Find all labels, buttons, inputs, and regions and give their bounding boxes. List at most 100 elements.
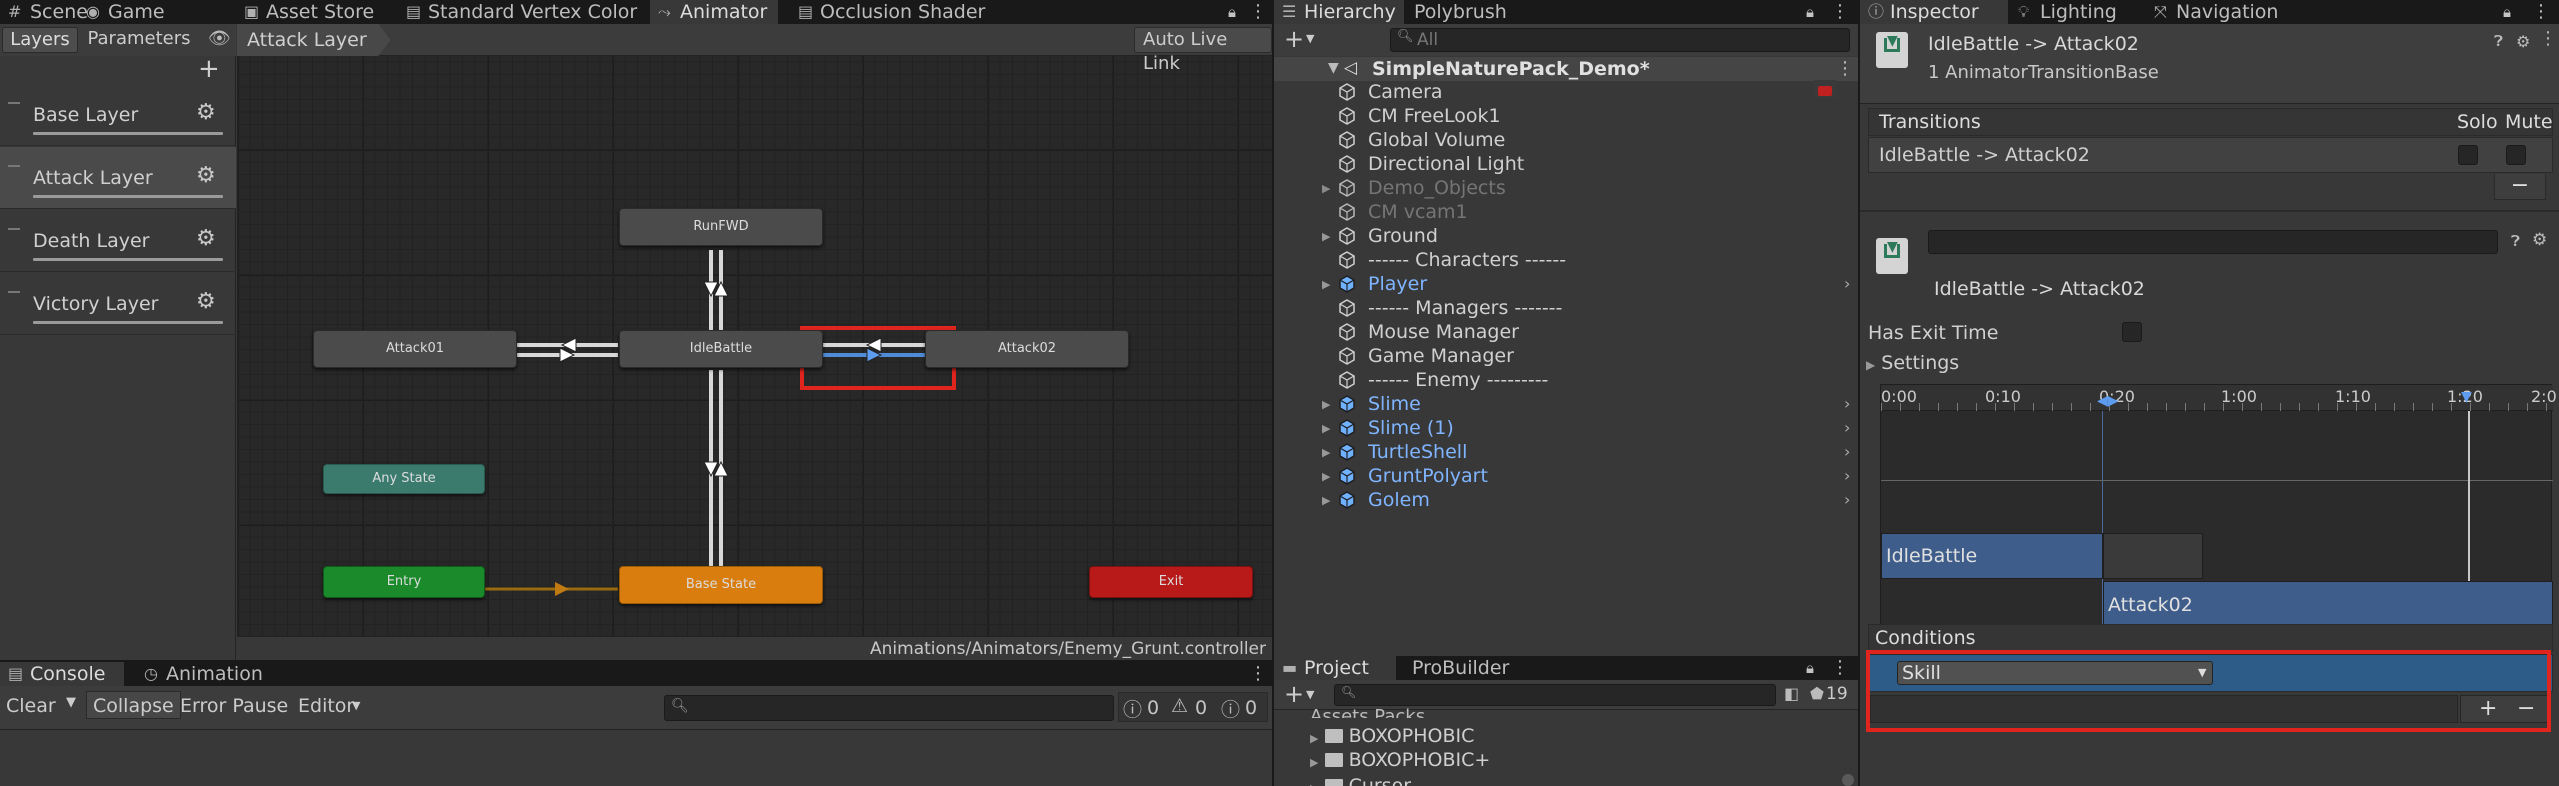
help-icon[interactable]: ❓︎ — [2511, 232, 2520, 250]
transition-entry-base[interactable] — [484, 582, 618, 596]
graph-canvas[interactable]: Attack Layer Auto Live Link RunFWD Attac… — [237, 24, 1272, 660]
tab-occlusion-shader[interactable]: ▤ Occlusion Shader — [790, 0, 990, 24]
state-node-attack01[interactable]: Attack01 — [313, 330, 517, 368]
layer-row-victory[interactable]: Victory Layer ⚙ — [0, 273, 236, 335]
chevron-down-icon[interactable]: ▼ — [1306, 688, 1314, 701]
chevron-right-icon[interactable]: › — [1844, 272, 1850, 296]
chevron-down-icon[interactable]: ▼ — [1306, 32, 1314, 45]
lock-icon[interactable]: 🔒︎ — [1806, 656, 1814, 680]
fold-closed-icon[interactable]: ▶ — [1322, 441, 1330, 465]
hierarchy-item[interactable]: CM vcam1 — [1312, 200, 1852, 224]
lock-icon[interactable]: 🔒︎ — [2503, 0, 2511, 24]
state-node-any-state[interactable]: Any State — [323, 464, 485, 494]
state-node-runfwd[interactable]: RunFWD — [619, 208, 823, 246]
eye-icon[interactable]: 👁︎ — [208, 28, 231, 49]
fold-closed-icon[interactable]: ▶ — [1322, 417, 1330, 441]
error-pause-button[interactable]: Error Pause — [180, 695, 288, 717]
transition-name-field[interactable] — [1928, 230, 2498, 254]
hierarchy-item[interactable]: ▶ Player › — [1312, 272, 1852, 296]
hierarchy-item[interactable]: Global Volume — [1312, 128, 1852, 152]
more-menu-icon[interactable]: ⋮ — [1249, 0, 1267, 24]
transition-list-row[interactable]: IdleBattle -> Attack02 — [1868, 137, 2553, 173]
filter-type-icon[interactable]: ◧ — [1784, 684, 1799, 703]
fold-closed-icon[interactable]: ▶ — [1322, 225, 1330, 249]
lock-icon[interactable]: 🔒︎ — [1228, 0, 1236, 24]
remove-transition-button[interactable]: − — [2494, 174, 2546, 200]
clip-bar-to[interactable]: Attack02 — [2103, 581, 2553, 629]
exit-time-marker[interactable]: ▼ — [2461, 389, 2472, 405]
drag-handle-icon[interactable] — [8, 228, 20, 230]
scrollbar-thumb[interactable] — [1842, 774, 1854, 786]
fold-closed-icon[interactable]: ▶ — [1322, 465, 1330, 489]
hierarchy-search-input[interactable]: 🔍︎ All — [1390, 28, 1850, 52]
gear-icon[interactable]: ⚙ — [196, 289, 216, 314]
folder-row-assets-packs[interactable]: Assets Packs — [1310, 708, 1425, 718]
hierarchy-item[interactable]: ▶ Demo_Objects — [1312, 176, 1852, 200]
clear-dropdown-icon[interactable]: ▼ — [66, 695, 76, 710]
tab-hierarchy[interactable]: ☰ Hierarchy — [1274, 0, 1404, 24]
tab-animator[interactable]: ⤳ Animator — [650, 0, 778, 24]
has-exit-time-checkbox[interactable] — [2122, 322, 2142, 342]
state-node-exit[interactable]: Exit — [1089, 566, 1253, 598]
tab-asset-store[interactable]: ▣ Asset Store — [236, 0, 376, 24]
console-search-input[interactable]: 🔍︎ — [664, 695, 1114, 721]
settings-foldout[interactable]: ▶ Settings — [1866, 352, 1959, 374]
transition-idle-attack02[interactable] — [820, 337, 929, 363]
error-icon[interactable]: ⓘ — [1221, 695, 1240, 722]
fold-closed-icon[interactable]: ▶ — [1322, 177, 1330, 201]
hierarchy-item[interactable]: ▶ TurtleShell › — [1312, 440, 1852, 464]
help-icon[interactable]: ❓︎ — [2494, 32, 2503, 50]
solo-checkbox[interactable] — [2458, 145, 2478, 165]
add-button[interactable]: + — [1284, 680, 1304, 708]
hierarchy-item[interactable]: ------ Characters ------ — [1312, 248, 1852, 272]
collapse-button[interactable]: Collapse — [86, 691, 181, 719]
tab-polybrush[interactable]: Polybrush — [1394, 0, 1524, 24]
lock-icon[interactable]: 🔒︎ — [1806, 0, 1814, 24]
more-menu-icon[interactable]: ⋮ — [1831, 656, 1849, 680]
tab-console[interactable]: ▤ Console — [0, 662, 124, 686]
more-menu-icon[interactable]: ⋮ — [2539, 28, 2557, 49]
hierarchy-item[interactable]: Game Manager — [1312, 344, 1852, 368]
clip-bar-from[interactable]: IdleBattle — [1881, 533, 2103, 579]
gear-icon[interactable]: ⚙ — [196, 226, 216, 251]
folder-row-boxophobic[interactable]: ▶ BOXOPHOBIC — [1310, 724, 1474, 748]
gear-icon[interactable]: ⚙ — [196, 100, 216, 125]
hierarchy-item[interactable]: ------ Enemy --------- — [1312, 368, 1852, 392]
hierarchy-item[interactable]: ▶ Ground — [1312, 224, 1852, 248]
tab-probuilder[interactable]: ProBuilder — [1398, 656, 1518, 680]
settings-icon[interactable]: ⚙ — [2532, 230, 2547, 250]
add-layer-button[interactable]: + — [198, 54, 220, 84]
drag-handle-icon[interactable] — [8, 102, 20, 104]
scene-header-row[interactable]: ▼ ◁ SimpleNaturePack_Demo* ⋮ — [1274, 57, 1858, 81]
gear-icon[interactable]: ⚙ — [196, 163, 216, 188]
add-button[interactable]: + — [1284, 25, 1304, 53]
settings-sliders-icon[interactable]: ⚙ — [2516, 32, 2530, 51]
hierarchy-item[interactable]: CM FreeLook1 — [1312, 104, 1852, 128]
chevron-right-icon[interactable]: › — [1844, 440, 1850, 464]
tab-navigation[interactable]: ⤧ Navigation — [2146, 0, 2296, 24]
tab-lighting[interactable]: 💡︎ Lighting — [2010, 0, 2134, 24]
state-node-entry[interactable]: Entry — [323, 566, 485, 598]
more-menu-icon[interactable]: ⋮ — [2532, 0, 2550, 24]
state-node-base-state[interactable]: Base State — [619, 566, 823, 604]
fold-open-icon[interactable]: ▼ — [1328, 60, 1339, 76]
tab-game[interactable]: ◉ Game — [78, 0, 165, 24]
hierarchy-item[interactable]: ------ Managers ------- — [1312, 296, 1852, 320]
tab-layers[interactable]: Layers — [2, 27, 78, 53]
tab-inspector[interactable]: ⓘ Inspector — [1860, 0, 2008, 24]
layer-row-base[interactable]: Base Layer ⚙ — [0, 84, 236, 146]
clear-button[interactable]: Clear — [6, 695, 56, 717]
hierarchy-item[interactable]: ▶ Golem › — [1312, 488, 1852, 512]
mute-checkbox[interactable] — [2506, 145, 2526, 165]
transition-run-idle[interactable] — [703, 250, 729, 330]
fold-closed-icon[interactable]: ▶ — [1322, 273, 1330, 297]
fold-closed-icon[interactable]: ▶ — [1322, 393, 1330, 417]
state-node-attack02[interactable]: Attack02 — [925, 330, 1129, 368]
chevron-right-icon[interactable]: › — [1844, 464, 1850, 488]
transition-start-marker[interactable]: ◀▶ — [2097, 393, 2119, 409]
folder-row-cursor[interactable]: ▶ Cursor — [1310, 774, 1411, 786]
transition-idle-base[interactable] — [703, 370, 729, 566]
hierarchy-item[interactable]: Mouse Manager — [1312, 320, 1852, 344]
layer-row-attack[interactable]: Attack Layer ⚙ — [0, 147, 236, 209]
transition-attack01-idle[interactable] — [516, 337, 618, 363]
